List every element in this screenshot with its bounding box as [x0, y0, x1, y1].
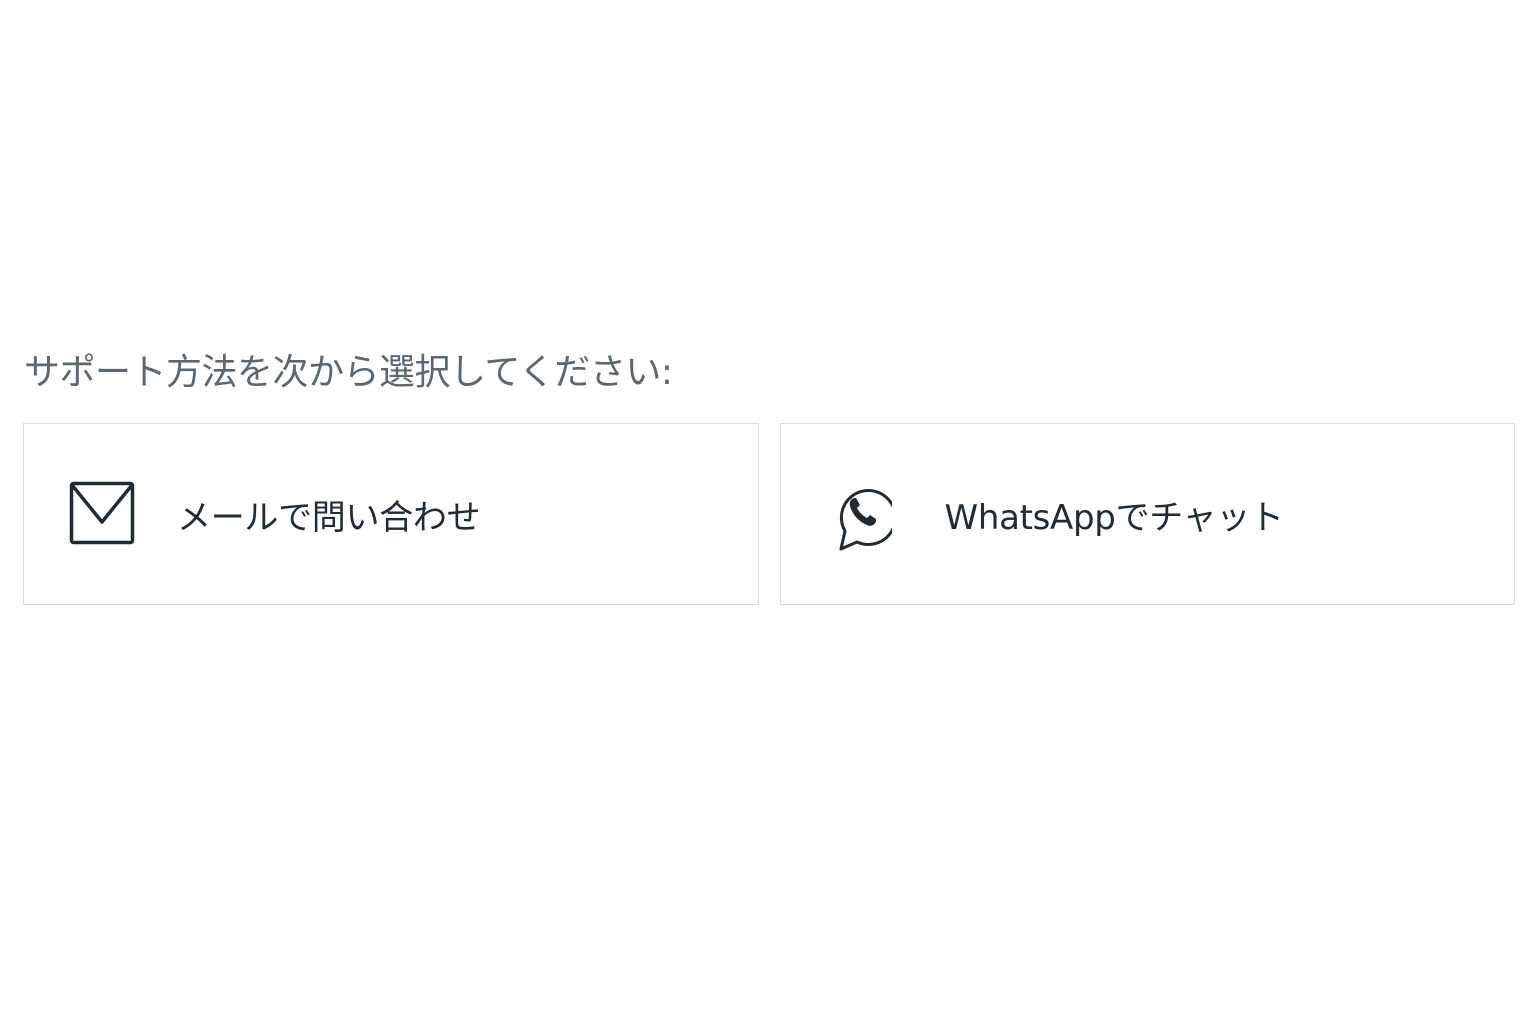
- whatsapp-support-label: WhatsAppでチャット: [944, 497, 1285, 538]
- email-support-label: メールで問い合わせ: [177, 497, 481, 538]
- whatsapp-icon: [829, 481, 895, 551]
- support-options: メールで問い合わせ WhatsAppでチャット: [23, 423, 1515, 605]
- whatsapp-support-button[interactable]: WhatsAppでチャット: [779, 423, 1515, 605]
- support-method-prompt: サポート方法を次から選択してください:: [24, 352, 673, 393]
- email-support-button[interactable]: メールで問い合わせ: [23, 423, 759, 605]
- support-page: サポート方法を次から選択してください: メールで問い合わせ WhatsAppでチ…: [0, 0, 1536, 1024]
- mail-icon: [69, 481, 135, 547]
